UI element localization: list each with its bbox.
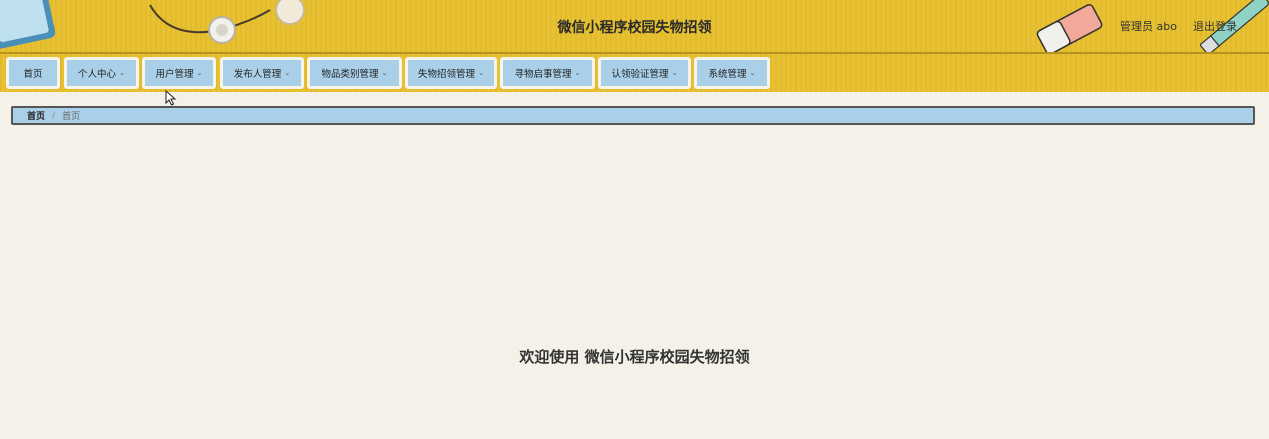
nav-item-label: 系统管理	[708, 69, 747, 80]
chevron-down-icon: ⌄	[749, 69, 756, 77]
chevron-down-icon: ⌄	[119, 69, 125, 77]
nav-item-lost-notice-management[interactable]: 寻物启事管理 ⌄	[500, 57, 595, 89]
nav-item-label: 用户管理	[155, 69, 194, 80]
nav-item-label: 发布人管理	[233, 69, 282, 80]
nav-item-label: 寻物启事管理	[514, 69, 572, 80]
logout-link[interactable]: 退出登录	[1193, 18, 1237, 34]
chevron-down-icon: ⌄	[574, 69, 581, 77]
chevron-down-icon: ⌄	[196, 69, 203, 77]
nav-item-lost-found-management[interactable]: 失物招领管理 ⌄	[405, 57, 497, 89]
breadcrumb-current: 首页	[62, 112, 81, 122]
nav-item-label: 物品类别管理	[321, 69, 379, 80]
breadcrumb: 首页 / 首页	[11, 106, 1255, 125]
user-area: 管理员 abo 退出登录	[1120, 18, 1237, 34]
nav-item-category-management[interactable]: 物品类别管理 ⌄	[307, 57, 402, 89]
nav-item-personal-center[interactable]: 个人中心 ⌄	[64, 57, 139, 89]
nav-item-user-management[interactable]: 用户管理 ⌄	[142, 57, 216, 89]
nav-item-label: 失物招领管理	[418, 69, 476, 80]
nav-item-claim-verification-management[interactable]: 认领验证管理 ⌄	[598, 57, 691, 89]
top-nav: 首页 个人中心 ⌄ 用户管理 ⌄ 发布人管理 ⌄ 物品类别管理 ⌄ 失物招领管理…	[0, 54, 1269, 92]
header-bar: 微信小程序校园失物招领 管理员 abo 退出登录	[0, 0, 1269, 52]
breadcrumb-separator: /	[52, 110, 56, 121]
nav-item-label: 认领验证管理	[611, 69, 669, 80]
nav-item-publisher-management[interactable]: 发布人管理 ⌄	[220, 57, 304, 89]
nav-item-home[interactable]: 首页	[6, 57, 60, 89]
chevron-down-icon: ⌄	[284, 69, 291, 77]
current-user-label: 管理员 abo	[1120, 20, 1177, 33]
chevron-down-icon: ⌄	[381, 69, 388, 77]
nav-item-system-management[interactable]: 系统管理 ⌄	[694, 57, 770, 89]
app-title: 微信小程序校园失物招领	[557, 20, 712, 36]
welcome-message: 欢迎使用 微信小程序校园失物招领	[519, 348, 750, 366]
chevron-down-icon: ⌄	[478, 69, 484, 77]
breadcrumb-home-link[interactable]: 首页	[27, 109, 45, 122]
nav-item-label: 个人中心	[78, 69, 117, 80]
mouse-cursor-icon	[165, 90, 177, 106]
nav-item-label: 首页	[23, 69, 43, 80]
chevron-down-icon: ⌄	[671, 69, 678, 77]
